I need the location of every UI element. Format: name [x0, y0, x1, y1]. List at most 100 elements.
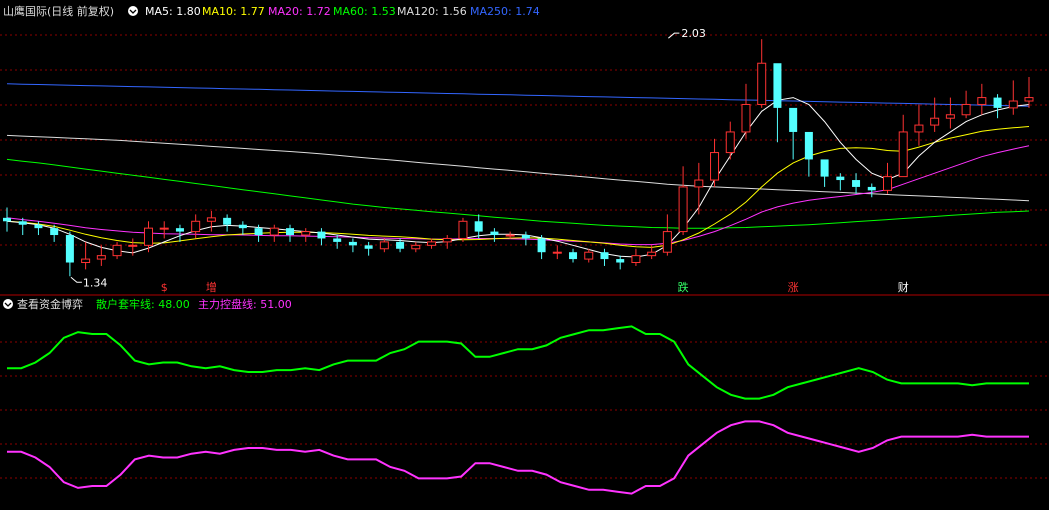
candle: [882, 162, 892, 194]
price-annotations: 2.03 1.34: [70, 27, 706, 289]
candle: [694, 162, 704, 215]
candle-body: [34, 224, 43, 229]
candle-body: [757, 62, 767, 105]
candle: [286, 224, 295, 242]
upper-title: 山鹰国际(日线 前复权): [3, 4, 114, 18]
candle-body: [741, 103, 751, 133]
candle: [223, 214, 232, 232]
candle-body: [301, 231, 311, 236]
candle-body: [238, 224, 247, 229]
candle-body: [254, 228, 263, 236]
candle: [411, 241, 421, 253]
green-fund-line: [7, 325, 1029, 400]
candle-body: [852, 180, 861, 187]
candle-body: [286, 228, 295, 236]
candle: [144, 221, 154, 253]
candle-body: [569, 252, 578, 260]
ma120-label: MA120: 1.56: [397, 5, 467, 18]
ma20-line: [6, 145, 1030, 246]
high-pointer: [668, 32, 680, 39]
candlestick-series: [3, 39, 1034, 277]
candle-body: [191, 220, 201, 233]
lower-legend: 查看资金博弈 散户套牢线: 48.00 主力控盘线: 51.00: [3, 297, 292, 311]
ma10-label: MA10: 1.77: [202, 5, 265, 18]
candle-body: [96, 255, 106, 260]
candle-body: [820, 159, 829, 177]
candle-body: [348, 241, 357, 246]
candle: [490, 228, 499, 242]
ma20-label: MA20: 1.72: [268, 5, 331, 18]
candle-body: [490, 231, 499, 236]
upper-grid: [0, 34, 1049, 246]
candle-body: [474, 221, 483, 232]
candle-body: [647, 251, 657, 257]
low-pointer: [70, 276, 82, 283]
candle: [584, 248, 594, 263]
candle: [206, 210, 216, 232]
candle: [993, 94, 1002, 119]
candle-body: [678, 186, 688, 233]
candle: [616, 255, 625, 270]
legend-toggle-upper[interactable]: [128, 6, 138, 16]
candle-body: [3, 217, 11, 222]
candle-body: [694, 179, 704, 188]
signal-marker: $: [161, 281, 168, 294]
candle-body: [631, 255, 641, 264]
candle: [18, 217, 27, 236]
candle-body: [725, 131, 735, 154]
ma250-label: MA250: 1.74: [470, 5, 540, 18]
signal-marker: 跌: [678, 280, 689, 294]
candle-body: [442, 237, 452, 243]
candle-body: [600, 252, 609, 260]
moving-average-lines: [6, 83, 1030, 258]
upper-legend: 山鹰国际(日线 前复权) MA5: 1.80 MA10: 1.77 MA20: …: [3, 4, 540, 18]
candle: [379, 238, 389, 253]
candle: [175, 224, 184, 242]
candle-body: [836, 176, 845, 181]
candle: [945, 97, 955, 129]
candle: [301, 228, 311, 242]
high-label: 2.03: [681, 27, 706, 40]
candle-body: [616, 259, 625, 263]
candle: [1008, 80, 1018, 115]
candle-body: [333, 238, 342, 242]
candle: [631, 248, 641, 266]
candle-body: [112, 244, 122, 257]
candle: [458, 217, 468, 242]
candle-body: [50, 228, 59, 236]
candle: [789, 107, 798, 160]
candle-body: [159, 227, 169, 230]
candle: [1024, 76, 1034, 108]
candle: [741, 83, 751, 139]
candle-body: [662, 231, 672, 253]
candle: [820, 159, 829, 187]
candle: [773, 63, 782, 143]
signal-marker: 涨: [788, 281, 799, 294]
candle-body: [65, 235, 74, 263]
candle-body: [537, 238, 546, 253]
candle-body: [396, 241, 405, 249]
candle: [442, 235, 452, 249]
candle: [977, 83, 987, 115]
candle-body: [945, 114, 955, 119]
candle: [159, 221, 169, 239]
candle-body: [81, 258, 91, 264]
candle: [725, 121, 735, 160]
candle-body: [882, 176, 892, 191]
candle: [961, 90, 971, 119]
candle: [930, 97, 940, 132]
candle-body: [789, 107, 798, 132]
retail-line-label: 散户套牢线: 48.00: [96, 297, 190, 311]
candle-body: [317, 231, 326, 239]
candle-body: [18, 221, 27, 225]
candle-body: [914, 124, 924, 133]
candle-body: [1008, 100, 1018, 109]
candle-body: [206, 217, 216, 222]
candle-body: [898, 131, 908, 178]
legend-toggle-lower[interactable]: [3, 299, 13, 309]
ma5-label: MA5: 1.80: [145, 5, 201, 18]
candle-body: [961, 103, 971, 116]
candle-body: [223, 217, 232, 225]
candle: [867, 183, 876, 198]
candle-body: [773, 63, 782, 108]
